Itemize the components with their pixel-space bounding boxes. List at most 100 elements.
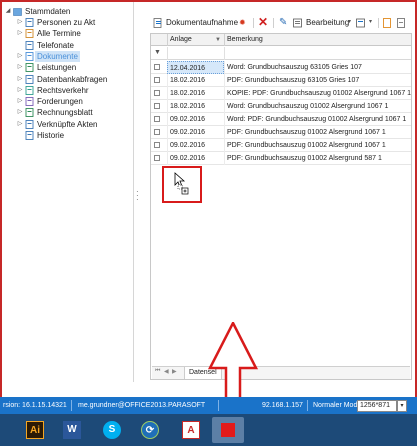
edit-icon[interactable]: [293, 15, 303, 30]
table-row[interactable]: 09.02.2016 PDF: Grundbuchsauszug 01002 Al…: [151, 152, 411, 165]
table-row[interactable]: 18.02.2016 KOPIE: PDF: Grundbuchsauszug 0…: [151, 87, 411, 100]
table-row[interactable]: 09.02.2016 Word: PDF: Grundbuchsauszug 01…: [151, 113, 411, 126]
expand-arrow-icon[interactable]: ▷: [16, 85, 24, 96]
chevron-down-icon[interactable]: ▾: [397, 400, 407, 412]
cell-anlage[interactable]: 09.02.2016: [167, 139, 224, 152]
scanner-icon[interactable]: ✹: [239, 15, 246, 30]
taskbar-active-app[interactable]: [212, 417, 244, 443]
taskbar-update[interactable]: ⟳: [134, 417, 166, 443]
cell-anlage[interactable]: 09.02.2016: [167, 152, 224, 165]
expand-arrow-icon[interactable]: ▷: [16, 96, 24, 107]
filter-row: ▼: [151, 47, 411, 60]
folder-icon: [13, 7, 22, 16]
prev-page-icon[interactable]: ◀: [164, 368, 169, 375]
drag-cursor-highlight: [162, 166, 202, 203]
expand-arrow-icon[interactable]: ▷: [16, 51, 24, 62]
expand-arrow-icon[interactable]: ▷: [16, 74, 24, 85]
tree-item-label: Datenbankabfragen: [37, 74, 108, 84]
pdf-icon: A: [182, 421, 200, 439]
claims-icon: [25, 97, 34, 107]
skype-icon: S: [103, 421, 121, 439]
document-capture-button[interactable]: Dokumentaufnahme: [166, 15, 238, 30]
row-checkbox[interactable]: [154, 77, 160, 83]
expand-arrow-icon[interactable]: ▷: [16, 28, 24, 39]
tree-root-label: Stammdaten: [25, 7, 71, 16]
delete-icon[interactable]: ✕: [258, 15, 268, 30]
sheet-tabs: ⏮ ◀ ▶ Datensel: [152, 366, 410, 379]
tree-item-label: Telefonate: [37, 40, 74, 50]
cell-bemerkung[interactable]: Word: Grundbuchsauszug 01002 Alsergrund …: [224, 100, 411, 113]
expand-arrow-icon[interactable]: ▷: [16, 17, 24, 28]
column-header-anlage[interactable]: Anlage ▼: [167, 34, 224, 46]
cell-bemerkung[interactable]: PDF: Grundbuchsauszug 01002 Alsergrund 5…: [224, 152, 411, 165]
ip-text: 92.168.1.157: [262, 402, 303, 409]
red-arrow-annotation: [207, 322, 259, 402]
cell-anlage[interactable]: 18.02.2016: [167, 100, 224, 113]
row-checkbox[interactable]: [154, 103, 160, 109]
cell-bemerkung[interactable]: PDF: Grundbuchsauszug 01002 Alsergrund 1…: [224, 126, 411, 139]
row-checkbox[interactable]: [154, 64, 160, 70]
tree-item-label: Verknüpfte Akten: [37, 119, 98, 129]
cell-anlage[interactable]: 09.02.2016: [167, 113, 224, 126]
row-checkbox[interactable]: [154, 129, 160, 135]
row-checkbox[interactable]: [154, 155, 160, 161]
chevron-down-icon[interactable]: ▾: [348, 15, 351, 30]
next-page-icon[interactable]: ▶: [172, 368, 177, 375]
edit-menu-button[interactable]: Bearbeitung: [306, 15, 349, 30]
invoice-icon: [25, 108, 34, 118]
collapse-arrow-icon[interactable]: ◢: [4, 6, 12, 17]
expand-arrow-icon[interactable]: ▷: [16, 107, 24, 118]
cell-anlage[interactable]: 18.02.2016: [167, 87, 224, 100]
taskbar-word[interactable]: W: [56, 417, 88, 443]
table-row[interactable]: 18.02.2016 Word: Grundbuchsauszug 01002 A…: [151, 100, 411, 113]
first-page-icon[interactable]: ⏮: [155, 368, 160, 375]
column-header-label: Bemerkung: [227, 36, 263, 43]
cell-bemerkung[interactable]: KOPIE: PDF: Grundbuchsauszug 01002 Alser…: [224, 87, 411, 100]
grid-header: Anlage ▼ Bemerkung: [151, 34, 411, 46]
taskbar-pdf[interactable]: A: [175, 417, 207, 443]
filter-cell-anlage[interactable]: [167, 47, 224, 60]
expand-arrow-icon[interactable]: ▷: [16, 119, 24, 130]
document-capture-icon[interactable]: [153, 15, 163, 30]
cell-anlage[interactable]: 09.02.2016: [167, 126, 224, 139]
cell-bemerkung[interactable]: PDF: Grundbuchsauszug 01002 Alsergrund 1…: [224, 139, 411, 152]
cell-bemerkung[interactable]: PDF: Grundbuchsauszug 63105 Gries 107: [224, 74, 411, 87]
word-icon: W: [63, 421, 81, 439]
column-header-bemerkung[interactable]: Bemerkung: [224, 34, 411, 46]
row-checkbox[interactable]: [154, 116, 160, 122]
layout-options-icon[interactable]: [356, 15, 368, 30]
splitter-handle[interactable]: · · ·: [136, 188, 140, 204]
cell-anlage[interactable]: 12.04.2016: [167, 61, 224, 74]
filter-cell-bemerkung[interactable]: [224, 47, 411, 60]
taskbar: Ai W S ⟳ A: [0, 414, 417, 446]
table-row[interactable]: 09.02.2016 PDF: Grundbuchsauszug 01002 A…: [151, 126, 411, 139]
taskbar-illustrator[interactable]: Ai: [19, 417, 51, 443]
cell-bemerkung[interactable]: Word: PDF: Grundbuchsauszug 01002 Alserg…: [224, 113, 411, 126]
toolbar-divider: [378, 18, 379, 28]
history-icon: [25, 131, 34, 140]
cell-bemerkung[interactable]: Word: Grundbuchsauszug 63105 Gries 107: [224, 61, 411, 74]
cell-anlage[interactable]: 18.02.2016: [167, 74, 224, 87]
expand-arrow-icon[interactable]: ▷: [16, 62, 24, 73]
update-icon: ⟳: [141, 421, 159, 439]
tree-item-label: Dokumente: [35, 50, 80, 62]
chevron-down-icon[interactable]: ▾: [369, 15, 372, 30]
table-row[interactable]: 12.04.2016 Word: Grundbuchsauszug 63105 G…: [151, 61, 411, 74]
legal-icon: [25, 85, 34, 95]
filter-icon[interactable]: ▼: [154, 49, 161, 56]
resolution-select[interactable]: 1256*871: [357, 400, 397, 412]
row-checkbox[interactable]: [154, 142, 160, 148]
new-document-icon[interactable]: [397, 15, 406, 30]
table-row[interactable]: 09.02.2016 PDF: Grundbuchsauszug 01002 Al…: [151, 139, 411, 152]
document-orange-icon[interactable]: [383, 15, 392, 30]
toolbar-divider: [253, 18, 254, 28]
pencil-icon[interactable]: ✎: [279, 15, 287, 30]
table-row[interactable]: 18.02.2016 PDF: Grundbuchsauszug 63105 Gr…: [151, 74, 411, 87]
taskbar-skype[interactable]: S: [96, 417, 128, 443]
illustrator-icon: Ai: [26, 421, 44, 439]
phone-icon: [25, 40, 34, 50]
row-checkbox[interactable]: [154, 90, 160, 96]
status-divider: [71, 400, 72, 411]
tree-item-label: Leistungen: [37, 63, 77, 73]
tree-item-label: Forderungen: [37, 97, 83, 107]
